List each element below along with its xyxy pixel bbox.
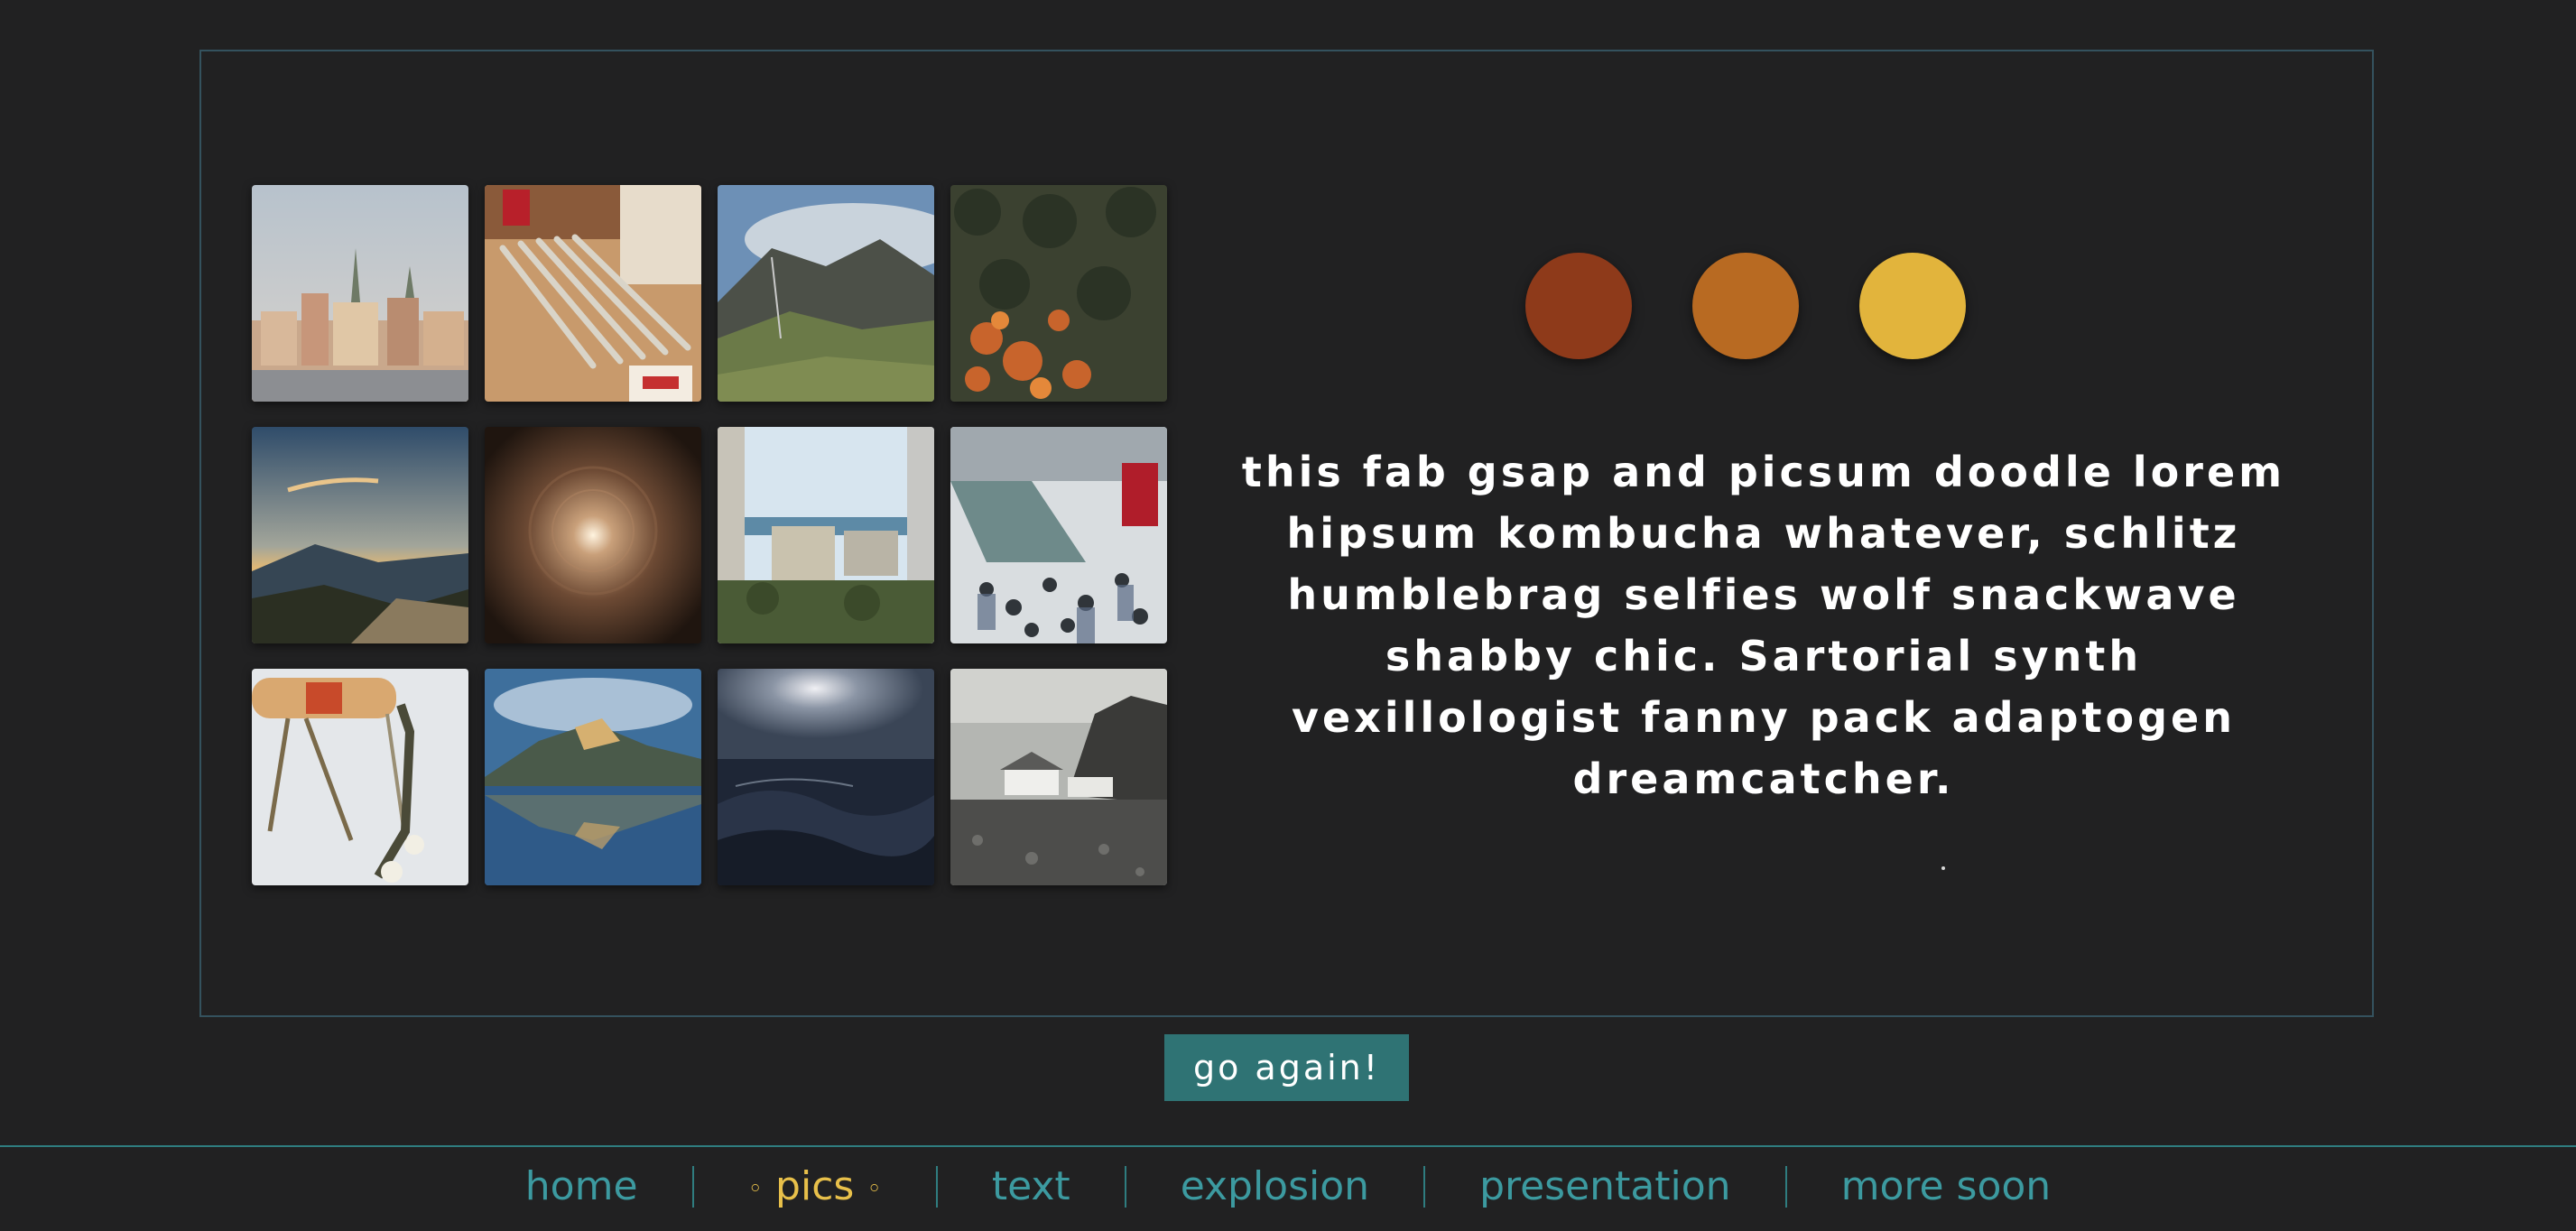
city-skyline-photo <box>252 185 468 402</box>
photo-tile <box>950 669 1167 885</box>
crowd-escalator-photo <box>950 427 1167 643</box>
palette-swatch <box>1525 253 1632 359</box>
photo-tile <box>718 669 934 885</box>
lorem-text: this fab gsap and picsum doodle lorem hi… <box>1241 448 2286 803</box>
nav-item-presentation[interactable]: presentation <box>1425 1163 1785 1209</box>
bullet-icon: ◦ <box>866 1173 882 1204</box>
photo-tile <box>950 427 1167 643</box>
go-again-button[interactable]: go again! <box>1164 1034 1409 1101</box>
photo-tile <box>485 185 701 402</box>
photo-tile <box>950 185 1167 402</box>
sunset-hills-photo <box>252 427 468 643</box>
mountain-valley-photo <box>718 185 934 402</box>
footer-nav: home ◦ pics ◦ text explosion presentatio… <box>0 1163 2576 1209</box>
photo-tile <box>718 185 934 402</box>
photo-tile <box>718 427 934 643</box>
photo-tile <box>252 185 468 402</box>
color-palette <box>1525 253 1966 359</box>
photo-tile <box>485 669 701 885</box>
palette-swatch <box>1692 253 1799 359</box>
photo-grid <box>252 185 1167 885</box>
pencils-photo <box>485 185 701 402</box>
nav-item-text[interactable]: text <box>938 1163 1125 1209</box>
nav-item-label: pics <box>775 1163 855 1209</box>
palette-swatch <box>1859 253 1966 359</box>
nav-item-explosion[interactable]: explosion <box>1126 1163 1423 1209</box>
loader-dot <box>1941 866 1945 870</box>
photo-tile <box>485 427 701 643</box>
ocean-wave-photo <box>718 669 934 885</box>
skateboard-photo <box>252 669 468 885</box>
photo-tile <box>252 427 468 643</box>
bullet-icon: ◦ <box>747 1173 764 1204</box>
cliff-cottage-photo <box>950 669 1167 885</box>
footer-nav-bar: home ◦ pics ◦ text explosion presentatio… <box>0 1145 2576 1231</box>
nav-item-pics[interactable]: ◦ pics ◦ <box>694 1163 936 1209</box>
main-frame: this fab gsap and picsum doodle lorem hi… <box>199 50 2374 1017</box>
photo-tile <box>252 669 468 885</box>
autumn-forest-photo <box>950 185 1167 402</box>
nav-item-home[interactable]: home <box>471 1163 692 1209</box>
light-tunnel-photo <box>485 427 701 643</box>
lake-reflection-photo <box>485 669 701 885</box>
nav-item-more-soon[interactable]: more soon <box>1787 1163 2106 1209</box>
coastal-buildings-photo <box>718 427 934 643</box>
